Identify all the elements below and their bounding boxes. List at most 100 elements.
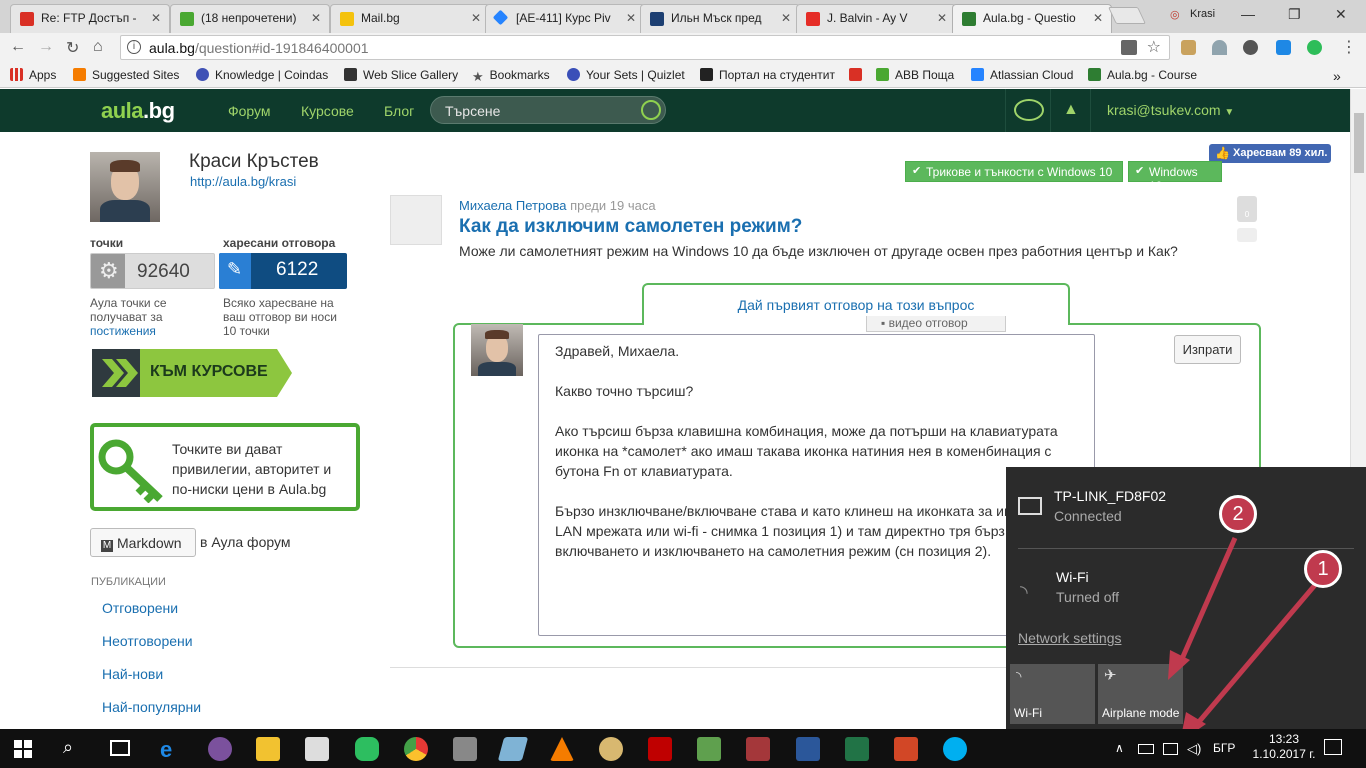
bookmark-apps[interactable]: Apps <box>10 68 56 82</box>
show-hidden-icons[interactable]: ∧ <box>1115 741 1124 755</box>
close-window-icon[interactable]: ✕ <box>1335 6 1347 23</box>
task-view-icon[interactable] <box>110 740 130 756</box>
excel-icon[interactable] <box>845 737 869 761</box>
tab-abv[interactable]: (18 непрочетени) ✕ <box>170 4 330 33</box>
bookmark-suggested[interactable]: Suggested Sites <box>73 68 179 82</box>
send-button[interactable]: Изпрати <box>1174 335 1241 364</box>
question-author-avatar[interactable] <box>390 195 442 245</box>
nav-blog[interactable]: Блог <box>384 103 414 119</box>
tab-article[interactable]: Ильн Мъск пред ✕ <box>640 4 800 33</box>
download-icon[interactable] <box>1212 40 1227 55</box>
bookmark-atlassian[interactable]: Atlassian Cloud <box>971 68 1073 82</box>
bookmark-student-portal[interactable]: Портал на студентит <box>700 68 835 82</box>
nav-courses[interactable]: Курсове <box>301 103 354 119</box>
wifi-name[interactable]: Wi-Fi <box>1056 569 1089 585</box>
grammarly-icon[interactable] <box>1307 40 1322 55</box>
skype-icon[interactable] <box>943 737 967 761</box>
close-tab-icon[interactable]: ✕ <box>311 11 321 25</box>
notifications-button[interactable]: ▲ <box>1050 89 1090 132</box>
evernote-icon[interactable] <box>355 737 379 761</box>
upvote-button[interactable]: 0 <box>1237 196 1257 222</box>
search-icon[interactable]: ⌕ <box>63 737 73 758</box>
search-icon[interactable] <box>641 100 661 120</box>
messages-button[interactable] <box>1005 89 1050 132</box>
wifi-tile[interactable]: ◝ Wi-Fi <box>1010 664 1095 724</box>
downvote-button[interactable] <box>1237 228 1257 242</box>
tab-jira[interactable]: [AE-411] Курс Piv ✕ <box>485 4 645 33</box>
tab-aula[interactable]: Aula.bg - Questio ✕ <box>952 4 1112 34</box>
viber-icon[interactable] <box>208 737 232 761</box>
access-icon[interactable] <box>746 737 770 761</box>
profile-name[interactable]: Krasi <box>1190 8 1215 20</box>
aula-logo[interactable]: aula.bg <box>101 98 175 124</box>
close-tab-icon[interactable]: ✕ <box>626 11 636 25</box>
video-answer-tab[interactable]: ▪ видео отговор <box>866 316 1006 332</box>
word-icon[interactable] <box>796 737 820 761</box>
menu-dots-icon[interactable]: ⋮ <box>1341 37 1357 57</box>
close-tab-icon[interactable]: ✕ <box>471 11 481 25</box>
close-tab-icon[interactable]: ✕ <box>151 11 161 25</box>
arrow-extension-icon[interactable] <box>1276 40 1291 55</box>
maximize-icon[interactable]: ❐ <box>1288 6 1301 23</box>
user-menu[interactable]: krasi@tsukev.com ▼ <box>1107 102 1234 118</box>
bookmark-bookmarks[interactable]: ★ Bookmarks <box>472 68 550 84</box>
vlc-icon[interactable] <box>550 737 574 761</box>
bookmark-coindas[interactable]: Knowledge | Coindas <box>196 68 328 82</box>
facebook-like-button[interactable]: 👍 Харесвам 89 хил. <box>1209 144 1331 163</box>
back-icon[interactable]: ← <box>10 38 26 56</box>
battery-icon[interactable] <box>1138 744 1154 754</box>
filezilla-icon[interactable] <box>648 737 672 761</box>
chart-app-icon[interactable] <box>697 737 721 761</box>
tab-gmail[interactable]: Re: FTP Достъп - ✕ <box>10 4 170 33</box>
tag-windows-tips[interactable]: ✔ Трикове и тънкости с Windows 10 <box>905 161 1123 182</box>
nav-forum[interactable]: Форум <box>228 103 271 119</box>
home-icon[interactable]: ⌂ <box>93 38 103 56</box>
reload-icon[interactable]: ↻ <box>66 38 79 58</box>
store-icon[interactable] <box>305 737 329 761</box>
pub-link-answered[interactable]: Отговорени <box>102 600 178 616</box>
notepad-icon[interactable] <box>497 737 529 761</box>
question-author[interactable]: Михаела Петрова <box>459 198 566 213</box>
new-tab-button[interactable] <box>1108 7 1146 24</box>
calculator-icon[interactable] <box>453 737 477 761</box>
file-explorer-icon[interactable] <box>256 737 280 761</box>
forward-icon[interactable]: → <box>38 38 54 56</box>
close-tab-icon[interactable]: ✕ <box>1093 11 1103 25</box>
address-bar[interactable]: i aula.bg/question#id-191846400001 ☆ <box>120 35 1170 60</box>
paint-icon[interactable] <box>599 737 623 761</box>
question-title[interactable]: Как да изключим самолетен режим? <box>459 216 802 238</box>
bookmark-aula-course[interactable]: Aula.bg - Course <box>1088 68 1197 82</box>
profile-link[interactable]: http://aula.bg/krasi <box>190 174 296 189</box>
pub-link-unanswered[interactable]: Неотговорени <box>102 633 193 649</box>
markdown-button[interactable]: M Markdown <box>90 528 196 557</box>
volume-icon[interactable]: ◁) <box>1187 741 1201 757</box>
close-tab-icon[interactable]: ✕ <box>937 11 947 25</box>
scrollbar-thumb[interactable] <box>1354 113 1364 173</box>
edge-icon[interactable]: e <box>160 737 184 762</box>
chrome-icon[interactable] <box>404 737 428 761</box>
network-connection-name[interactable]: TP-LINK_FD8F02 <box>1054 488 1166 504</box>
bookmark-quizlet[interactable]: Your Sets | Quizlet <box>567 68 685 82</box>
windows-start-icon[interactable] <box>14 740 32 758</box>
profile-icon[interactable]: ◎ <box>1170 8 1186 22</box>
clock[interactable]: 13:23 1.10.2017 г. <box>1250 732 1318 762</box>
powerpoint-icon[interactable] <box>894 737 918 761</box>
close-tab-icon[interactable]: ✕ <box>781 11 791 25</box>
network-tray-icon[interactable] <box>1163 743 1178 755</box>
tab-mailbg[interactable]: Mail.bg ✕ <box>330 4 490 33</box>
network-settings-link[interactable]: Network settings <box>1018 630 1121 646</box>
bookmark-gmail[interactable] <box>849 68 868 82</box>
bookmark-web-slice[interactable]: Web Slice Gallery <box>344 68 458 82</box>
site-search[interactable]: Търсене <box>430 96 666 124</box>
bookmark-abv[interactable]: ABB Поща <box>876 68 954 82</box>
action-center-icon[interactable] <box>1324 739 1342 755</box>
tag-windows-10[interactable]: ✔ Windows 10 <box>1128 161 1222 193</box>
achievements-link[interactable]: постижения <box>90 324 156 338</box>
search-input[interactable]: Търсене <box>445 103 500 119</box>
profile-avatar[interactable] <box>90 152 160 222</box>
bookmark-star-icon[interactable]: ☆ <box>1147 37 1161 57</box>
pub-link-popular[interactable]: Най-популярни <box>102 699 201 715</box>
extension-folder-icon[interactable] <box>1181 40 1196 55</box>
site-info-icon[interactable]: i <box>127 40 141 54</box>
minimize-icon[interactable]: — <box>1241 6 1255 22</box>
